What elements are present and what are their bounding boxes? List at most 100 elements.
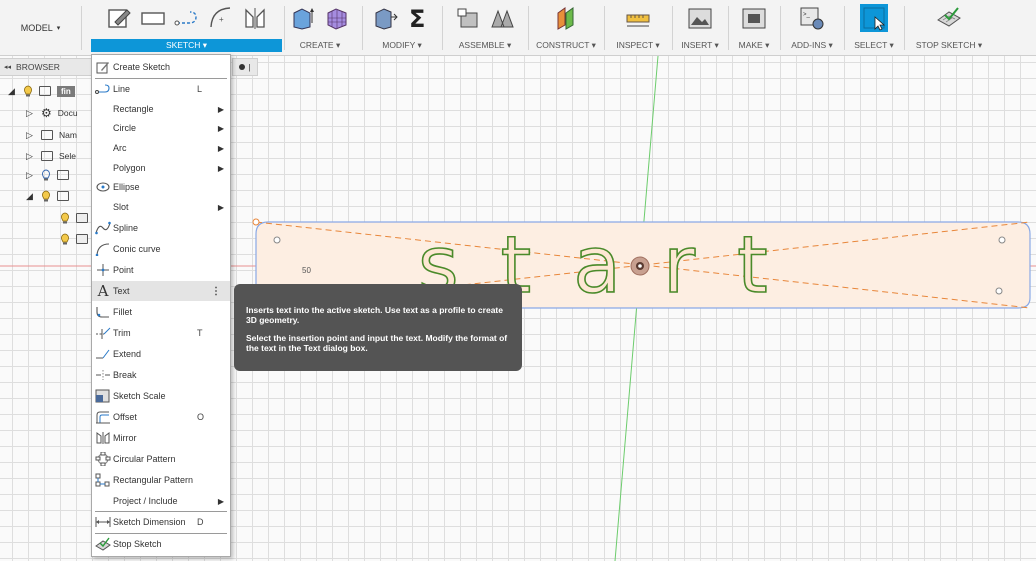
arc-icon[interactable]: + (207, 4, 235, 32)
toolbar-divider (362, 6, 363, 50)
lightbulb-icon[interactable] (60, 233, 70, 245)
menu-item-offset[interactable]: Offset O (92, 407, 230, 427)
workspace-switcher[interactable]: MODEL ▾ (0, 6, 82, 50)
line-icon (95, 82, 111, 96)
spline-icon (95, 221, 111, 235)
toolbar-group-insert[interactable]: INSERT ▾ (674, 2, 726, 54)
toolbar-group-label: ADD-INS ▾ (791, 40, 833, 50)
expand-triangle-icon[interactable]: ▷ (26, 130, 35, 141)
menu-item-slot[interactable]: Slot ▶ (92, 197, 230, 217)
browser-item[interactable]: ▷ Nam (26, 126, 77, 144)
menu-item-break[interactable]: Break (92, 365, 230, 385)
menu-item-rectangular-pattern[interactable]: Rectangular Pattern (92, 470, 230, 490)
joint-icon[interactable] (488, 4, 516, 32)
scripts-icon[interactable]: >_ (798, 4, 826, 32)
toolbar-group-add-ins[interactable]: >_ ADD-INS ▾ (782, 2, 842, 54)
lightbulb-icon[interactable] (41, 169, 51, 181)
menu-item-stop-sketch[interactable]: Stop Sketch (92, 534, 230, 554)
lightbulb-icon[interactable] (23, 85, 33, 97)
offset-icon (95, 410, 111, 424)
menu-item-spline[interactable]: Spline (92, 218, 230, 238)
sigma-icon[interactable]: Σ (405, 4, 433, 32)
menu-item-sketch-dimension[interactable]: Sketch Dimension D (92, 512, 230, 532)
line-icon[interactable] (173, 4, 201, 32)
menu-item-ellipse[interactable]: Ellipse (92, 177, 230, 197)
toolbar-divider (528, 6, 529, 50)
lightbulb-icon[interactable] (41, 190, 51, 202)
browser-item[interactable]: ▷ (26, 166, 69, 184)
toolbar-group-sketch[interactable]: + SKETCH ▾ (91, 2, 282, 54)
expand-triangle-icon[interactable]: ◢ (8, 86, 17, 97)
browser-item-label: Docu (57, 108, 78, 118)
browser-item[interactable]: ▷ Sele (26, 147, 76, 165)
root-component-label[interactable]: fin (57, 85, 75, 97)
create-sketch-icon (95, 60, 111, 74)
toolbar-group-create[interactable]: CREATE ▾ (286, 2, 354, 54)
toolbar-group-construct[interactable]: CONSTRUCT ▾ (530, 2, 602, 54)
browser-item[interactable] (60, 209, 88, 227)
menu-item-point[interactable]: Point (92, 260, 230, 280)
submenu-arrow-icon: ▶ (217, 143, 224, 153)
select-icon[interactable] (860, 4, 888, 32)
menu-item-circle[interactable]: Circle ▶ (92, 118, 230, 138)
menu-item-circular-pattern[interactable]: Circular Pattern (92, 449, 230, 469)
menu-item-arc[interactable]: Arc ▶ (92, 138, 230, 158)
box-grid-icon[interactable] (323, 4, 351, 32)
collapse-icon[interactable]: ◂◂ (4, 63, 11, 71)
browser-item[interactable] (60, 230, 88, 248)
expand-triangle-icon[interactable]: ▷ (26, 108, 35, 119)
rectangle-icon[interactable] (139, 4, 167, 32)
toolbar-group-inspect[interactable]: INSPECT ▾ (606, 2, 670, 54)
toolbar-group-make[interactable]: MAKE ▾ (730, 2, 778, 54)
menu-item-rectangle[interactable]: Rectangle ▶ (92, 99, 230, 119)
svg-text:>_: >_ (803, 12, 811, 18)
toolbar-group-assemble[interactable]: ASSEMBLE ▾ (444, 2, 526, 54)
menu-item-label: Break (113, 370, 137, 380)
menu-item-text[interactable]: A Text ⋮ (92, 281, 230, 301)
shortcut-key: O (197, 412, 205, 422)
menu-item-line[interactable]: Line L (92, 79, 230, 99)
more-options-icon[interactable]: ⋮ (211, 286, 221, 297)
browser-panel: ◂◂ BROWSER ◢ fin ▷ ⚙ Docu ▷ Nam ▷ Sele ▷… (0, 58, 92, 258)
canvas-tab-stub[interactable]: | (232, 58, 258, 76)
print-3d-icon[interactable] (740, 4, 768, 32)
toolbar-group-label: ASSEMBLE ▾ (458, 40, 512, 50)
menu-item-label: Circular Pattern (113, 454, 176, 464)
menu-item-sketch-scale[interactable]: Sketch Scale (92, 386, 230, 406)
mirror-icon[interactable] (241, 4, 269, 32)
sketch-icon (76, 213, 88, 223)
toolbar-group-stop-sketch[interactable]: STOP SKETCH ▾ (906, 2, 992, 54)
offset-plane-icon[interactable] (552, 4, 580, 32)
expand-triangle-icon[interactable]: ▷ (26, 151, 35, 162)
menu-item-create-sketch[interactable]: Create Sketch (92, 57, 230, 77)
expand-triangle-icon[interactable]: ◢ (26, 191, 35, 202)
menu-item-polygon[interactable]: Polygon ▶ (92, 158, 230, 178)
workspace-label: MODEL (20, 23, 53, 33)
menu-item-conic-curve[interactable]: Conic curve (92, 239, 230, 259)
point-icon (95, 263, 111, 277)
menu-item-label: Rectangle (113, 104, 154, 114)
browser-root-row[interactable]: ◢ fin (8, 82, 75, 100)
expand-triangle-icon[interactable]: ▷ (26, 170, 35, 181)
sketch-dimension-icon (95, 515, 111, 529)
lightbulb-icon[interactable] (60, 212, 70, 224)
toolbar-group-modify[interactable]: Σ MODIFY ▾ (364, 2, 440, 54)
extrude-icon[interactable] (289, 4, 317, 32)
measure-icon[interactable] (624, 4, 652, 32)
stop-sketch-icon[interactable] (935, 4, 963, 32)
browser-item[interactable]: ▷ ⚙ Docu (26, 104, 78, 122)
press-pull-icon[interactable] (371, 4, 399, 32)
insert-image-icon[interactable] (686, 4, 714, 32)
menu-item-mirror[interactable]: Mirror (92, 428, 230, 448)
rectangular-pattern-icon (95, 473, 111, 487)
menu-item-fillet[interactable]: Fillet (92, 302, 230, 322)
menu-item-project-include[interactable]: Project / Include ▶ (92, 491, 230, 511)
browser-header[interactable]: ◂◂ BROWSER (0, 58, 92, 76)
toolbar-divider (672, 6, 673, 50)
menu-item-trim[interactable]: Trim T (92, 323, 230, 343)
menu-item-extend[interactable]: Extend (92, 344, 230, 364)
create-sketch-icon[interactable] (105, 4, 133, 32)
new-component-icon[interactable] (454, 4, 482, 32)
browser-item[interactable]: ◢ (26, 187, 69, 205)
toolbar-group-select[interactable]: SELECT ▾ (846, 2, 902, 54)
